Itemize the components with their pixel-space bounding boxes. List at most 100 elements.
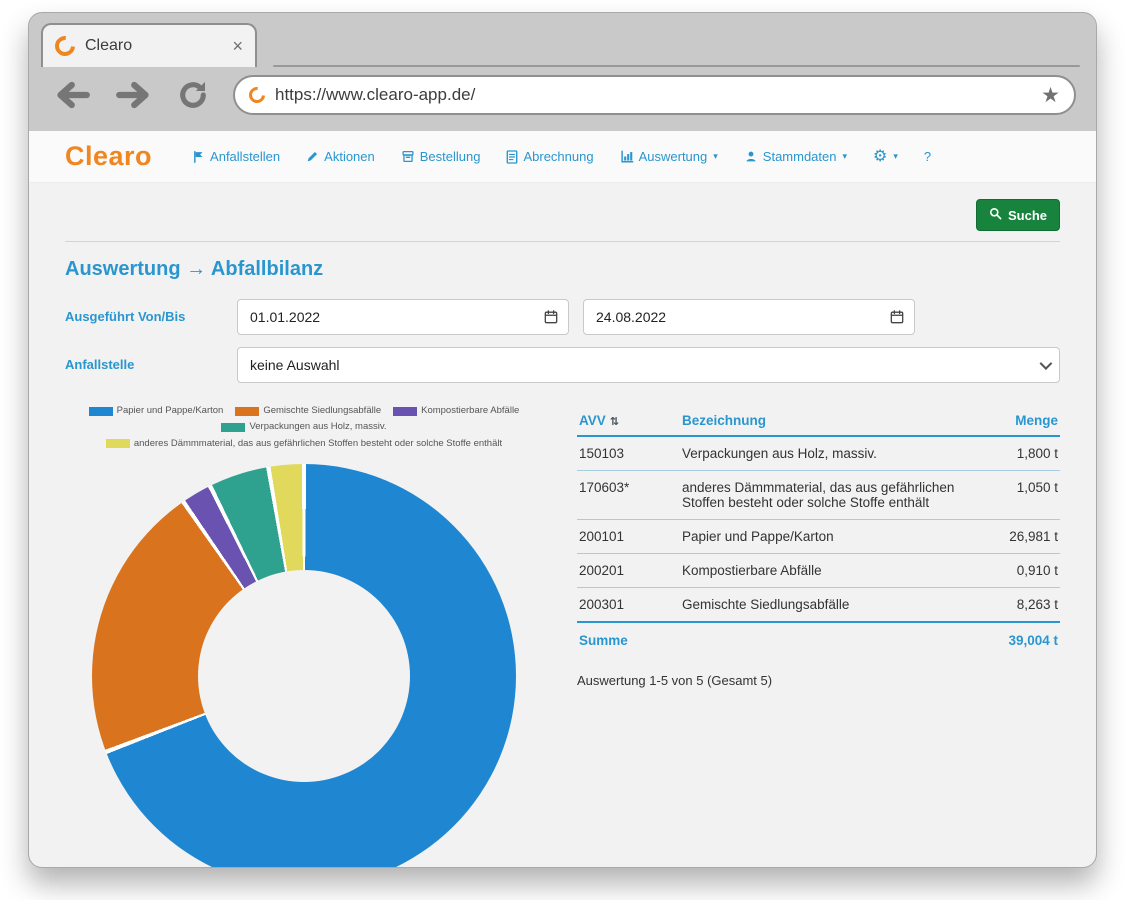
legend-swatch xyxy=(89,407,113,416)
legend-label: Kompostierbare Abfälle xyxy=(421,405,519,417)
legend-label: Papier und Pappe/Karton xyxy=(117,405,224,417)
cell-bezeichnung: Papier und Pappe/Karton xyxy=(682,529,962,544)
clearo-c-icon xyxy=(246,84,269,107)
users-icon xyxy=(744,150,758,163)
nav-item-abrechnung[interactable]: Abrechnung xyxy=(506,149,593,164)
search-button[interactable]: Suche xyxy=(976,199,1060,231)
legend-item: Gemischte Siedlungsabfälle xyxy=(235,405,381,417)
browser-tab-bar: Clearo × xyxy=(29,13,1096,71)
site-select[interactable]: keine Auswahl xyxy=(237,347,1060,383)
legend-item: Papier und Pappe/Karton xyxy=(89,405,224,417)
filter-row-period: Ausgeführt Von/Bis xyxy=(65,299,1060,335)
desktop-background: Clearo × https://www.clearo-app.de/ ★ xyxy=(0,0,1125,900)
results-table: AVV⇅ Bezeichnung Menge 150103 Verpackung… xyxy=(577,407,1060,867)
nav-item-help[interactable]: ? xyxy=(924,149,931,164)
nav-item-bestellung[interactable]: Bestellung xyxy=(401,149,481,164)
cell-bezeichnung: anderes Dämmmaterial, das aus gefährlich… xyxy=(682,480,962,510)
legend-swatch xyxy=(221,423,245,432)
cell-avv: 170603* xyxy=(579,480,674,510)
close-tab-icon[interactable]: × xyxy=(232,36,243,57)
legend-swatch xyxy=(106,439,130,448)
sum-total: 39,004 t xyxy=(970,633,1058,648)
action-bar: Suche xyxy=(65,183,1060,231)
table-row: 200101 Papier und Pappe/Karton 26,981 t xyxy=(577,520,1060,554)
chart-legend: Papier und Pappe/Karton Gemischte Siedlu… xyxy=(65,405,543,450)
calendar-icon[interactable] xyxy=(544,310,558,324)
address-bar[interactable]: https://www.clearo-app.de/ ★ xyxy=(233,75,1076,115)
chevron-down-icon: ▾ xyxy=(893,151,898,162)
sort-icon[interactable]: ⇅ xyxy=(610,416,619,428)
tab-title: Clearo xyxy=(85,37,222,55)
filter-row-site: Anfallstelle keine Auswahl xyxy=(65,347,1060,383)
table-header-menge: Menge xyxy=(970,413,1058,428)
cell-bezeichnung: Verpackungen aus Holz, massiv. xyxy=(682,446,962,461)
legend-item: Verpackungen aus Holz, massiv. xyxy=(221,421,386,433)
browser-toolbar: https://www.clearo-app.de/ ★ xyxy=(29,71,1096,127)
nav-item-aktionen[interactable]: Aktionen xyxy=(306,149,375,164)
pagination-info: Auswertung 1-5 von 5 (Gesamt 5) xyxy=(577,673,1060,688)
date-to-field[interactable] xyxy=(583,299,915,335)
reload-button[interactable] xyxy=(173,78,213,112)
cell-menge: 1,800 t xyxy=(970,446,1058,461)
date-to-input[interactable] xyxy=(596,309,880,325)
page-viewport: Clearo Anfallstellen Aktionen Bestellung… xyxy=(29,131,1096,867)
cell-bezeichnung: Kompostierbare Abfälle xyxy=(682,563,962,578)
chart-icon xyxy=(620,150,634,163)
gear-icon: ⚙ xyxy=(873,149,887,165)
sum-label: Summe xyxy=(579,633,674,648)
date-from-input[interactable] xyxy=(250,309,534,325)
nav-item-anfallstellen[interactable]: Anfallstellen xyxy=(192,149,280,164)
table-header-bezeichnung: Bezeichnung xyxy=(682,413,962,428)
tab-row-divider xyxy=(273,65,1080,67)
table-header-avv[interactable]: AVV⇅ xyxy=(579,413,674,428)
cell-menge: 26,981 t xyxy=(970,529,1058,544)
donut-chart[interactable] xyxy=(92,464,516,867)
legend-item: anderes Dämmmaterial, das aus gefährlich… xyxy=(106,438,502,450)
cell-avv: 200301 xyxy=(579,597,674,612)
legend-label: anderes Dämmmaterial, das aus gefährlich… xyxy=(134,438,502,450)
date-from-field[interactable] xyxy=(237,299,569,335)
table-row: 170603* anderes Dämmmaterial, das aus ge… xyxy=(577,471,1060,520)
url-text[interactable]: https://www.clearo-app.de/ xyxy=(275,85,1031,105)
back-button[interactable] xyxy=(53,78,93,112)
chart-panel: Papier und Pappe/Karton Gemischte Siedlu… xyxy=(65,405,543,867)
forward-button[interactable] xyxy=(113,78,153,112)
nav-item-auswertung[interactable]: Auswertung ▾ xyxy=(620,149,718,164)
app-navbar: Clearo Anfallstellen Aktionen Bestellung… xyxy=(29,131,1096,183)
chevron-down-icon: ▾ xyxy=(842,151,847,162)
nav-item-stammdaten[interactable]: Stammdaten ▾ xyxy=(744,149,847,164)
page-content: Suche Auswertung → Abfallbilanz Ausgefüh… xyxy=(29,183,1096,867)
chevron-down-icon xyxy=(1040,361,1049,370)
clearo-logo[interactable]: Clearo xyxy=(65,141,152,172)
legend-swatch xyxy=(393,407,417,416)
cell-menge: 1,050 t xyxy=(970,480,1058,495)
page-title: Auswertung → Abfallbilanz xyxy=(65,258,1060,281)
legend-item: Kompostierbare Abfälle xyxy=(393,405,519,417)
table-row: 200301 Gemischte Siedlungsabfälle 8,263 … xyxy=(577,588,1060,622)
browser-tab[interactable]: Clearo × xyxy=(41,23,257,67)
results-area: Papier und Pappe/Karton Gemischte Siedlu… xyxy=(65,405,1060,867)
search-icon xyxy=(989,207,1002,223)
table-header-row: AVV⇅ Bezeichnung Menge xyxy=(577,407,1060,437)
clearo-c-icon xyxy=(51,32,79,60)
site-label: Anfallstelle xyxy=(65,347,237,372)
invoice-icon xyxy=(506,150,518,164)
cell-avv: 200101 xyxy=(579,529,674,544)
legend-swatch xyxy=(235,407,259,416)
flag-icon xyxy=(192,150,205,164)
table-footer-row: Summe 39,004 t xyxy=(577,621,1060,657)
browser-window: Clearo × https://www.clearo-app.de/ ★ xyxy=(28,12,1097,868)
table-row: 200201 Kompostierbare Abfälle 0,910 t xyxy=(577,554,1060,588)
nav-item-settings[interactable]: ⚙ ▾ xyxy=(873,149,898,165)
help-icon: ? xyxy=(924,149,931,164)
package-icon xyxy=(401,150,415,163)
calendar-icon[interactable] xyxy=(890,310,904,324)
cell-bezeichnung: Gemischte Siedlungsabfälle xyxy=(682,597,962,612)
cell-menge: 8,263 t xyxy=(970,597,1058,612)
site-select-value: keine Auswahl xyxy=(250,357,1025,373)
chevron-down-icon: ▾ xyxy=(713,151,718,162)
pencil-icon xyxy=(306,150,319,163)
header-divider xyxy=(65,241,1060,242)
bookmark-star-icon[interactable]: ★ xyxy=(1041,85,1060,106)
legend-label: Verpackungen aus Holz, massiv. xyxy=(249,421,386,433)
